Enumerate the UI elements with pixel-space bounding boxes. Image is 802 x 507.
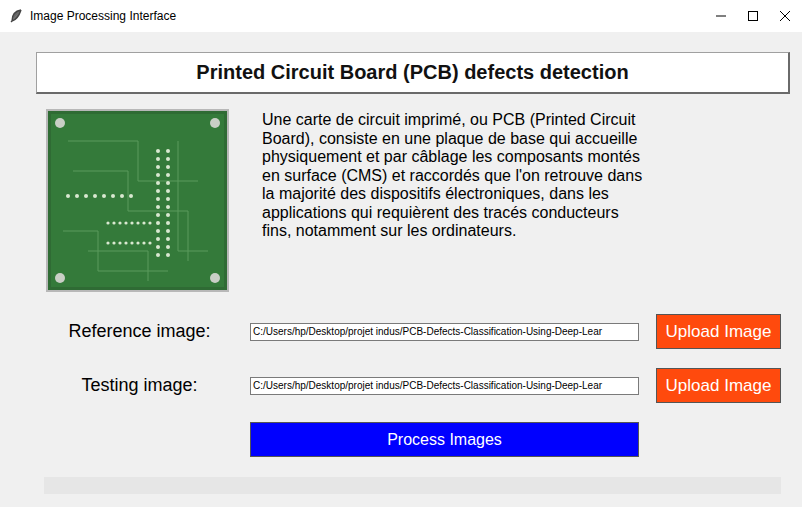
app-window: Image Processing Interface Printed Circui… <box>0 0 802 507</box>
upload-button[interactable]: Upload Image <box>656 368 781 403</box>
maximize-button[interactable] <box>738 0 768 32</box>
header-title: Printed Circuit Board (PCB) defects dete… <box>196 61 628 84</box>
upload-label: Reference image: <box>46 321 233 342</box>
upload-button[interactable]: Upload Image <box>656 314 781 349</box>
minimize-button[interactable] <box>706 0 736 32</box>
intro: Une carte de circuit imprimé, ou PCB (Pr… <box>46 109 802 292</box>
pcb-image <box>48 111 227 290</box>
close-icon <box>780 11 790 21</box>
minimize-icon <box>716 11 726 21</box>
upload-form: Reference image: C:/Users/hp/Desktop/proj… <box>46 314 802 457</box>
process-button[interactable]: Process Images <box>250 422 639 457</box>
pcb-picture <box>46 109 229 292</box>
path-field[interactable]: C:/Users/hp/Desktop/projet indus/PCB-Def… <box>250 377 639 395</box>
title-bar: Image Processing Interface <box>0 0 802 32</box>
header: Printed Circuit Board (PCB) defects dete… <box>36 52 790 94</box>
close-button[interactable] <box>770 0 800 32</box>
status-bar <box>44 477 781 494</box>
window-title: Image Processing Interface <box>30 9 706 23</box>
path-field[interactable]: C:/Users/hp/Desktop/projet indus/PCB-Def… <box>250 323 639 341</box>
feather-icon <box>10 9 22 23</box>
upload-label: Testing image: <box>46 375 233 396</box>
maximize-icon <box>748 11 758 21</box>
intro-text: Une carte de circuit imprimé, ou PCB (Pr… <box>262 111 647 292</box>
